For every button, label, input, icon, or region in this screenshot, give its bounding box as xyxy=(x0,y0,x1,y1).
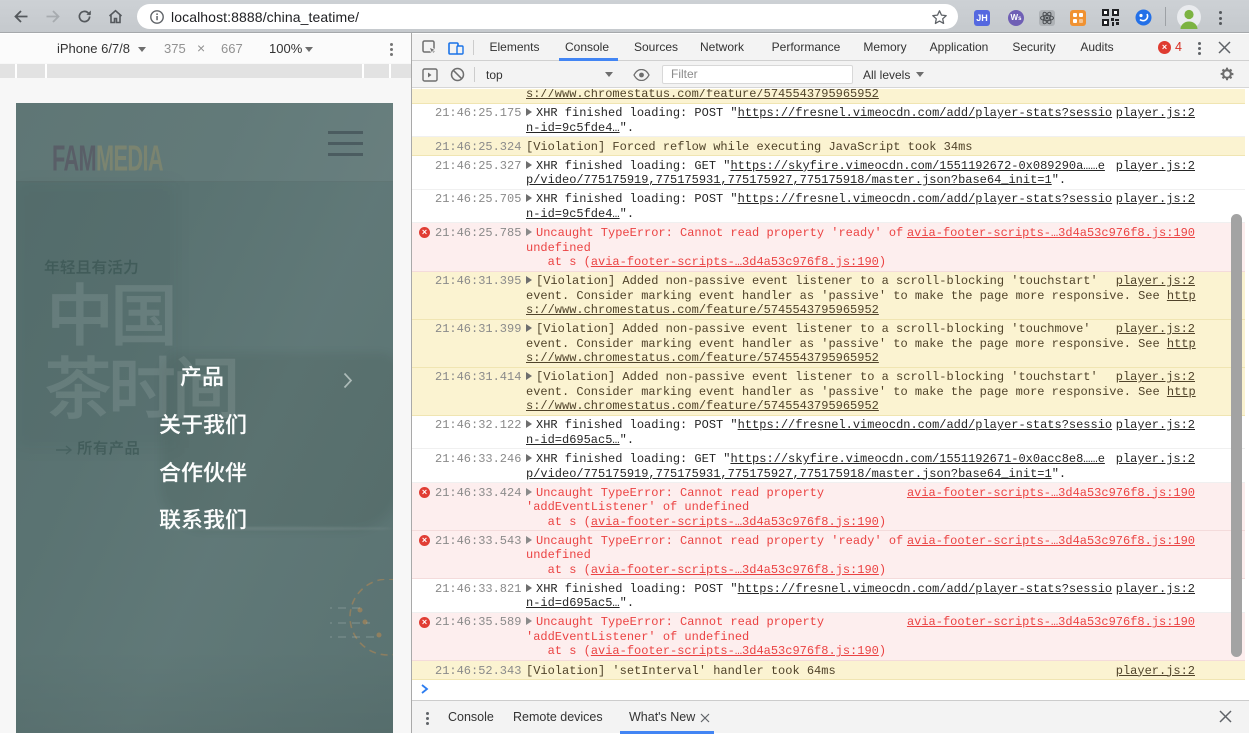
svg-text:FAMMEDIA: FAMMEDIA xyxy=(52,143,164,173)
